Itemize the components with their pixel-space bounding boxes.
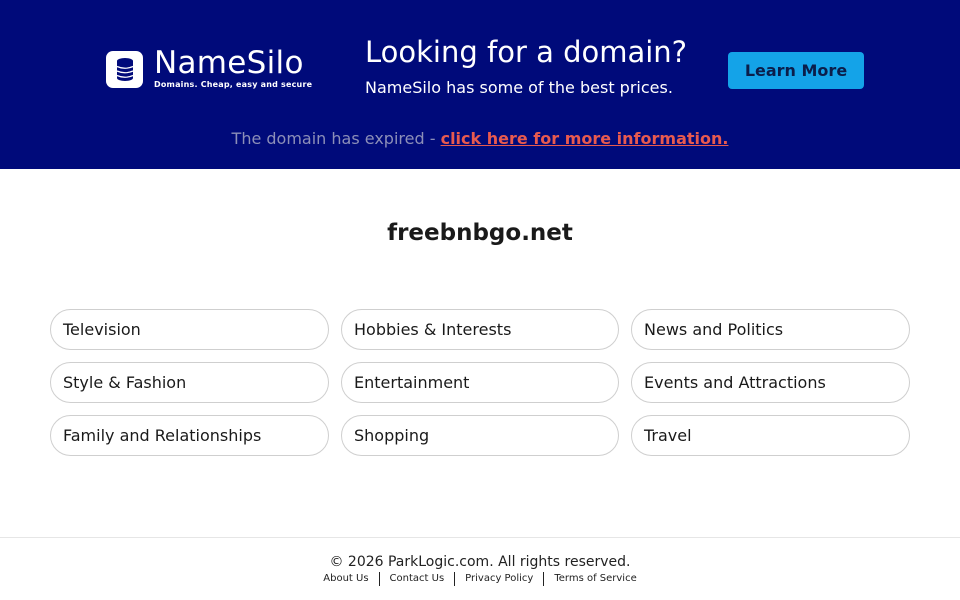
database-stack-icon <box>106 50 143 88</box>
more-info-link[interactable]: click here for more information. <box>441 129 729 148</box>
learn-more-button[interactable]: Learn More <box>728 52 864 89</box>
category-link[interactable]: News and Politics <box>631 309 910 350</box>
about-us-link[interactable]: About Us <box>323 571 368 587</box>
copyright-text: © 2026 ParkLogic.com. All rights reserve… <box>329 554 631 570</box>
category-link[interactable]: Shopping <box>341 415 619 456</box>
privacy-policy-link[interactable]: Privacy Policy <box>465 571 533 587</box>
category-link[interactable]: Family and Relationships <box>50 415 329 456</box>
logo-text: NameSilo Domains. Cheap, easy and secure <box>154 48 312 90</box>
footer-links: About Us Contact Us Privacy Policy Terms… <box>0 571 960 587</box>
category-link[interactable]: Events and Attractions <box>631 362 910 403</box>
brand-name: NameSilo <box>154 45 304 81</box>
category-link[interactable]: Television <box>50 309 329 350</box>
promo-title: Looking for a domain? <box>365 35 688 69</box>
footer-divider <box>543 572 545 586</box>
category-link[interactable]: Style & Fashion <box>50 362 329 403</box>
promo-subtitle: NameSilo has some of the best prices. <box>365 78 673 97</box>
top-banner: NameSilo Domains. Cheap, easy and secure… <box>0 0 960 169</box>
category-link[interactable]: Travel <box>631 415 910 456</box>
footer-divider <box>454 572 456 586</box>
promo-block: Looking for a domain? NameSilo has some … <box>365 35 687 98</box>
expired-notice: The domain has expired - click here for … <box>0 129 960 149</box>
footer-divider <box>378 572 380 586</box>
category-link[interactable]: Entertainment <box>341 362 619 403</box>
brand-tagline: Domains. Cheap, easy and secure <box>154 80 313 89</box>
contact-us-link[interactable]: Contact Us <box>390 571 445 587</box>
footer: © 2026 ParkLogic.com. All rights reserve… <box>0 537 960 600</box>
namesilo-logo[interactable]: NameSilo Domains. Cheap, easy and secure <box>106 48 312 90</box>
terms-of-service-link[interactable]: Terms of Service <box>554 571 636 587</box>
domain-title: freebnbgo.net <box>387 220 573 246</box>
category-grid: Television Hobbies & Interests News and … <box>50 309 910 456</box>
expired-text: The domain has expired - <box>231 129 441 148</box>
category-link[interactable]: Hobbies & Interests <box>341 309 619 350</box>
